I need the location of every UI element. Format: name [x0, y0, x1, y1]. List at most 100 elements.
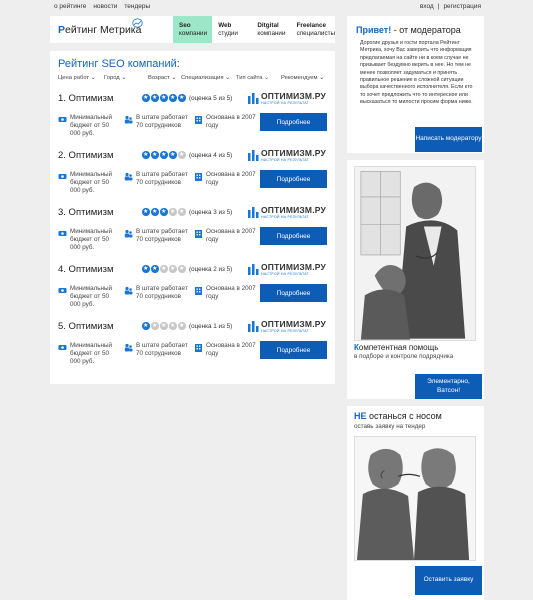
filter-recommend-label: Рекомендуем — [281, 75, 318, 81]
filter-age[interactable]: Возраст ⌄ — [148, 75, 181, 81]
moderator-from: - от модератора — [391, 25, 461, 35]
brand-name: ОПТИМИЗМ.РУ — [261, 148, 327, 158]
top-links: о рейтинге новости тендеры — [54, 3, 150, 10]
star-icon: ★ — [142, 265, 150, 273]
staff-info: В штате работает 70 сотрудников — [124, 342, 190, 358]
people-icon — [124, 172, 133, 181]
tender-title: НЕ останься с носом — [354, 411, 442, 421]
top-link-news[interactable]: новости — [93, 3, 117, 10]
company-logo[interactable]: ОПТИМИЗМ.РУ НАСТРОЙ НА РЕЗУЛЬТАТ — [248, 206, 326, 219]
logo-letter: Р — [58, 23, 66, 36]
top-link-about[interactable]: о рейтинге — [54, 3, 86, 10]
star-icon: ★ — [151, 208, 159, 216]
details-button[interactable]: Подробнее — [260, 284, 327, 302]
star-icon: ★ — [178, 265, 186, 273]
filter-recommend[interactable]: Рекомендуем ⌄ — [281, 75, 331, 81]
star-icon: ★ — [160, 94, 168, 102]
rating-text: (оценка 2 из 5) — [189, 266, 233, 273]
help-subtitle: в подборе и контроле подрядчика — [354, 353, 454, 360]
star-icon: ★ — [151, 265, 159, 273]
staff-info: В штате работает 70 сотрудников — [124, 228, 190, 244]
filter-specialization[interactable]: Специализация ⌄ — [181, 75, 236, 81]
help-card: Компетентная помощь в подборе и контроле… — [347, 160, 484, 399]
auth-separator: | — [437, 3, 440, 10]
tab-digital-sub: компании — [257, 29, 286, 37]
chevron-down-icon: ⌄ — [225, 75, 231, 81]
nav-tabs: Seo компании Web студии Ditgital компани… — [173, 16, 335, 43]
budget-info: Минимальный бюджет от 50 000 руб. — [58, 228, 120, 253]
founded-info: Основана в 2007 году — [194, 171, 256, 187]
founded-info: Основана в 2007 году — [194, 342, 256, 358]
brand-name: ОПТИМИЗМ.РУ — [261, 205, 327, 215]
write-moderator-button[interactable]: Написать модератору — [415, 127, 482, 152]
filter-site-type[interactable]: Тип сайта ⌄ — [236, 75, 281, 81]
rating-stars: ★ ★ ★ ★ ★ — [142, 151, 186, 159]
chevron-down-icon: ⌄ — [121, 75, 127, 81]
staff-text: В штате работает 70 сотрудников — [136, 342, 188, 358]
money-icon — [58, 174, 67, 179]
company-name[interactable]: 4. Оптимизм — [58, 264, 113, 275]
company-logo[interactable]: ОПТИМИЗМ.РУ НАСТРОЙ НА РЕЗУЛЬТАТ — [248, 92, 326, 105]
company-name[interactable]: 2. Оптимизм — [58, 150, 113, 161]
rating-text: (оценка 4 из 5) — [189, 152, 233, 159]
brand-mark-icon — [248, 264, 259, 276]
staff-info: В штате работает 70 сотрудников — [124, 114, 190, 130]
budget-text: Минимальный бюджет от 50 000 руб. — [70, 171, 113, 195]
tab-web[interactable]: Web студии — [212, 16, 251, 43]
money-icon — [58, 345, 67, 350]
moderator-title: Привет! - от модератора — [356, 25, 461, 35]
details-button[interactable]: Подробнее — [260, 113, 327, 131]
login-link[interactable]: вход — [420, 3, 434, 10]
auth-links: вход | регистрация — [420, 3, 481, 10]
filter-price[interactable]: Цена работ ⌄ — [58, 75, 104, 81]
star-icon: ★ — [160, 208, 168, 216]
people-icon — [124, 229, 133, 238]
budget-text: Минимальный бюджет от 50 000 руб. — [70, 342, 113, 366]
tab-seo[interactable]: Seo компании — [173, 16, 213, 43]
budget-text: Минимальный бюджет от 50 000 руб. — [70, 285, 113, 309]
details-button[interactable]: Подробнее — [260, 227, 327, 245]
filter-specialization-label: Специализация — [181, 75, 224, 81]
money-icon — [58, 288, 67, 293]
money-icon — [58, 117, 67, 122]
tab-digital[interactable]: Ditgital компании — [251, 16, 290, 43]
brand-slogan: НАСТРОЙ НА РЕЗУЛЬТАТ — [261, 271, 310, 276]
staff-text: В штате работает 70 сотрудников — [136, 114, 188, 130]
company-logo[interactable]: ОПТИМИЗМ.РУ НАСТРОЙ НА РЕЗУЛЬТАТ — [248, 263, 326, 276]
tender-title-first: НЕ — [354, 411, 367, 421]
company-name[interactable]: 1. Оптимизм — [58, 93, 113, 104]
staff-text: В штате работает 70 сотрудников — [136, 171, 188, 187]
page-title: Рейтинг SEO компаний: — [58, 58, 180, 70]
moderator-card: Привет! - от модератора Дорогие друзья и… — [347, 16, 484, 153]
star-icon: ★ — [169, 151, 177, 159]
register-link[interactable]: регистрация — [443, 3, 481, 10]
filter-city[interactable]: Город ⌄ — [104, 75, 148, 81]
rating-text: (оценка 5 из 5) — [189, 95, 233, 102]
tab-web-title: Web — [218, 21, 232, 29]
company-name[interactable]: 3. Оптимизм — [58, 207, 113, 218]
staff-text: В штате работает 70 сотрудников — [136, 228, 188, 244]
company-logo[interactable]: ОПТИМИЗМ.РУ НАСТРОЙ НА РЕЗУЛЬТАТ — [248, 320, 326, 333]
moderator-hi: Привет! — [356, 25, 392, 35]
company-logo[interactable]: ОПТИМИЗМ.РУ НАСТРОЙ НА РЕЗУЛЬТАТ — [248, 149, 326, 162]
leave-request-button[interactable]: Оставить заявку — [415, 566, 482, 595]
people-icon — [124, 115, 133, 124]
star-icon: ★ — [169, 94, 177, 102]
people-icon — [124, 343, 133, 352]
moderator-text: Дорогие друзья и гости портала Рейтинг М… — [360, 40, 473, 106]
illustration-detectives — [354, 166, 476, 341]
company-row: 1. Оптимизм ★ ★ ★ ★ ★ (оценка 5 из 5) ОПТИМИ… — [58, 92, 328, 150]
help-title-rest: омпетентная помощь — [358, 343, 439, 352]
elementary-watson-button[interactable]: Элементарно, Ватсон! — [415, 374, 482, 399]
logo[interactable]: Рейтинг Метрика — [50, 16, 173, 43]
founded-info: Основана в 2007 году — [194, 228, 256, 244]
company-name[interactable]: 5. Оптимизм — [58, 321, 113, 332]
details-button[interactable]: Подробнее — [260, 341, 327, 359]
tab-seo-sub: компании — [179, 29, 208, 37]
founded-text: Основана в 2007 году — [206, 171, 256, 187]
top-link-tenders[interactable]: тендеры — [124, 3, 150, 10]
founded-info: Основана в 2007 году — [194, 114, 256, 130]
filter-price-label: Цена работ — [58, 75, 90, 81]
tab-freelance[interactable]: Freelance специалисты — [291, 16, 335, 43]
details-button[interactable]: Подробнее — [260, 170, 327, 188]
